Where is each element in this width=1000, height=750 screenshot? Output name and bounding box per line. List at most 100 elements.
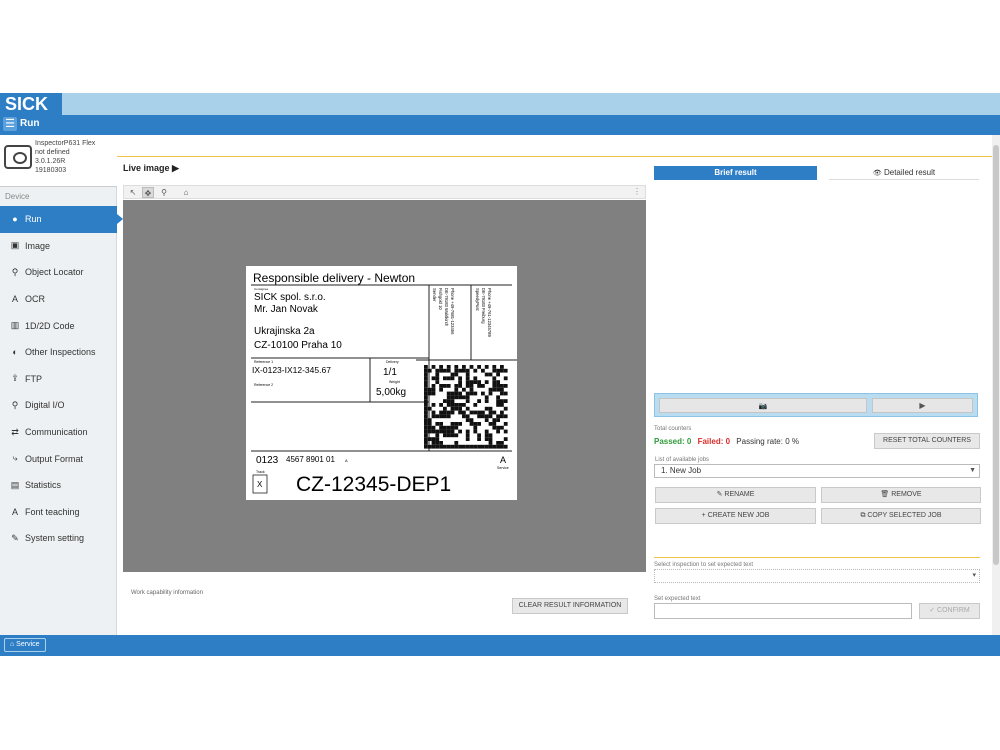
device-card[interactable]: InspectorP631 Flex not defined 3.0.1.26R… <box>0 135 117 187</box>
more-menu-icon[interactable]: ⋮ <box>633 187 641 196</box>
select-inspection-label: Select inspection to set expected text <box>654 562 754 568</box>
chevron-down-icon: ▾ <box>972 572 976 579</box>
sidebar-item-output-format[interactable]: ⤷ Output Format <box>0 445 117 472</box>
eye-icon: 👁 <box>872 170 882 177</box>
tab-brief-result[interactable]: Brief result <box>654 166 817 180</box>
sidebar-item-run[interactable]: ● Run <box>0 206 123 233</box>
label-person: Mr. Jan Novak <box>254 304 319 315</box>
clear-result-button[interactable]: CLEAR RESULT INFORMATION <box>512 598 628 614</box>
consignee-caption: Consignee <box>254 287 269 291</box>
chevron-down-icon: ▼ <box>969 467 976 474</box>
expected-text-label: Set expected text <box>654 596 701 602</box>
label-city: CZ-10100 Praha 10 <box>254 340 342 351</box>
sidebar-item-communication[interactable]: ⇄ Communication <box>0 419 117 446</box>
divider <box>654 557 980 558</box>
weight-caption: Weight <box>389 380 400 384</box>
sidebar-item-system-setting[interactable]: ✎ System setting <box>0 525 117 552</box>
copy-job-button[interactable]: ⧉ COPY SELECTED JOB <box>821 508 981 524</box>
job-select-value: 1. New Job <box>661 466 702 475</box>
rename-job-button[interactable]: ✎ RENAME <box>655 487 816 503</box>
sidebar-item-font-teaching[interactable]: A Font teaching <box>0 499 117 526</box>
job-select[interactable]: 1. New Job ▼ <box>654 464 980 478</box>
sidebar-item-label: 1D/2D Code <box>25 320 75 331</box>
label-title: Responsible delivery - Newton <box>253 271 415 285</box>
scroll-thumb[interactable] <box>993 145 999 565</box>
label-street: Ukrajinska 2a <box>254 326 315 337</box>
sidebar-item-image[interactable]: ▣ Image <box>0 233 117 260</box>
sidebar-item-label: Font teaching <box>25 506 80 517</box>
device-location: not defined <box>35 149 70 156</box>
sidebar-item-label: Digital I/O <box>25 400 65 411</box>
sidebar-item-code[interactable]: ▥ 1D/2D Code <box>0 312 117 339</box>
hamburger-menu-icon[interactable]: ☰ <box>3 117 17 131</box>
sidebar-item-object-locator[interactable]: ⚲ Object Locator <box>0 259 117 286</box>
counter-stats: Passed: 0 Failed: 0 Passing rate: 0 % <box>654 437 799 446</box>
confirm-button[interactable]: ✓ CONFIRM <box>919 603 980 619</box>
failed-count: Failed: 0 <box>697 437 731 446</box>
inspection-select[interactable]: ▾ <box>654 569 980 583</box>
scrollbar[interactable] <box>992 135 1000 635</box>
live-image-viewer[interactable]: Responsible delivery - Newton Consignee … <box>123 200 646 572</box>
service-button[interactable]: ⌂ Service <box>4 638 46 652</box>
camera-icon: 📷 <box>758 403 768 410</box>
live-image-title[interactable]: Live image ▶ <box>123 163 179 174</box>
play-icon: ▶ <box>919 401 926 410</box>
sidebar-item-ocr[interactable]: A OCR <box>0 286 117 313</box>
reference2-caption: Reference 2 <box>254 383 273 387</box>
pointer-tool-icon[interactable]: ↖ <box>127 187 139 198</box>
home-icon[interactable]: ⌂ <box>180 187 192 198</box>
app-window: SICK ☰ Run InspectorP631 Flex not define… <box>0 93 1000 656</box>
shipping-label-graphic: Responsible delivery - Newton Consignee … <box>246 266 517 500</box>
create-job-button[interactable]: + CREATE NEW JOB <box>655 508 816 524</box>
section-label-device: Device <box>5 192 30 201</box>
tab-detailed-label: Detailed result <box>883 168 936 177</box>
sick-logo: SICK <box>0 93 62 115</box>
sidebar-item-label: Other Inspections <box>25 347 96 358</box>
reference-caption: Reference 1 <box>254 360 273 364</box>
camera-snapshot-button[interactable]: 📷 <box>659 398 867 413</box>
tab-detailed-result[interactable]: 👁 Detailed result <box>829 166 979 180</box>
camera-device-icon <box>4 145 32 169</box>
io-icon: ⚲ <box>11 399 19 410</box>
image-toolbar: ↖ ✥ ⚲ ⌂ ⋮ <box>123 185 646 199</box>
track-caption: Track <box>256 470 265 474</box>
remove-job-button[interactable]: 🗑 REMOVE <box>821 487 981 503</box>
sidebar-item-ftp[interactable]: ⇪ FTP <box>0 366 117 393</box>
service-caption: Service <box>497 466 509 470</box>
reset-counters-button[interactable]: RESET TOTAL COUNTERS <box>874 433 980 449</box>
output-icon: ⤷ <box>12 453 18 464</box>
shipping-label-image: Responsible delivery - Newton Consignee … <box>246 266 517 500</box>
sidebar-item-label: Run <box>25 214 42 225</box>
device-serial: 19180303 <box>35 167 67 174</box>
expected-text-input[interactable] <box>654 603 912 619</box>
sidebar-item-label: Object Locator <box>25 267 84 278</box>
barcode-number-a: 0123 <box>256 455 279 466</box>
communication-icon: ⇄ <box>11 426 19 437</box>
sidebar-item-statistics[interactable]: ▤ Statistics <box>0 472 117 499</box>
sender-line: Phone +49-7681-123456 <box>450 288 455 335</box>
label-company: SICK spol. s.r.o. <box>254 292 326 303</box>
pan-tool-icon[interactable]: ✥ <box>142 187 154 198</box>
sidebar-item-digital-io[interactable]: ⚲ Digital I/O <box>0 392 117 419</box>
play-button[interactable]: ▶ <box>872 398 973 413</box>
image-icon: ▣ <box>10 240 20 251</box>
upload-icon: ⇪ <box>11 373 19 384</box>
status-bar: ⌂ Service <box>0 635 1000 656</box>
sidebar-item-label: Communication <box>25 427 88 438</box>
brand-bar: SICK <box>0 93 1000 115</box>
inspection-icon: ◐ <box>12 347 18 358</box>
device-name: InspectorP631 Flex <box>35 140 96 147</box>
service-letter: A <box>500 455 506 465</box>
sender-line: Sender <box>432 288 437 302</box>
sidebar: InspectorP631 Flex not defined 3.0.1.26R… <box>0 135 123 635</box>
sidebar-item-label: Statistics <box>25 480 62 491</box>
settings-icon: ✎ <box>11 532 19 543</box>
sidebar-item-label: OCR <box>25 294 45 305</box>
sidebar-item-other-inspections[interactable]: ◐ Other Inspections <box>0 339 117 366</box>
passed-count: Passed: 0 <box>654 437 692 446</box>
carrier-line: DE-79183 Freiburg <box>481 288 486 324</box>
zoom-tool-icon[interactable]: ⚲ <box>158 187 170 198</box>
trigger-controls: 📷 ▶ <box>654 393 978 417</box>
barcode-icon: ▥ <box>10 320 20 331</box>
passing-rate: Passing rate: 0 % <box>736 437 799 446</box>
